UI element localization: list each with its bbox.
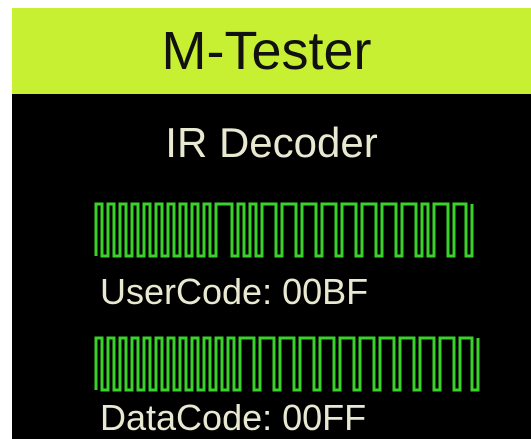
user-code-waveform — [94, 202, 474, 258]
user-code-waveform-trace — [94, 202, 474, 258]
user-code-label: UserCode: 00BF — [100, 271, 369, 312]
data-code-waveform-trace — [94, 336, 480, 392]
app-title: M-Tester — [161, 21, 372, 81]
title-bar: M-Tester — [12, 8, 531, 94]
mode-title: IR Decoder — [165, 119, 378, 166]
device-frame: M-Tester IR Decoder UserCode: 00BF DataC… — [0, 0, 531, 439]
lcd-display: M-Tester IR Decoder UserCode: 00BF DataC… — [12, 8, 531, 439]
data-code-label: DataCode: 00FF — [100, 397, 367, 438]
data-code-waveform — [94, 336, 480, 392]
